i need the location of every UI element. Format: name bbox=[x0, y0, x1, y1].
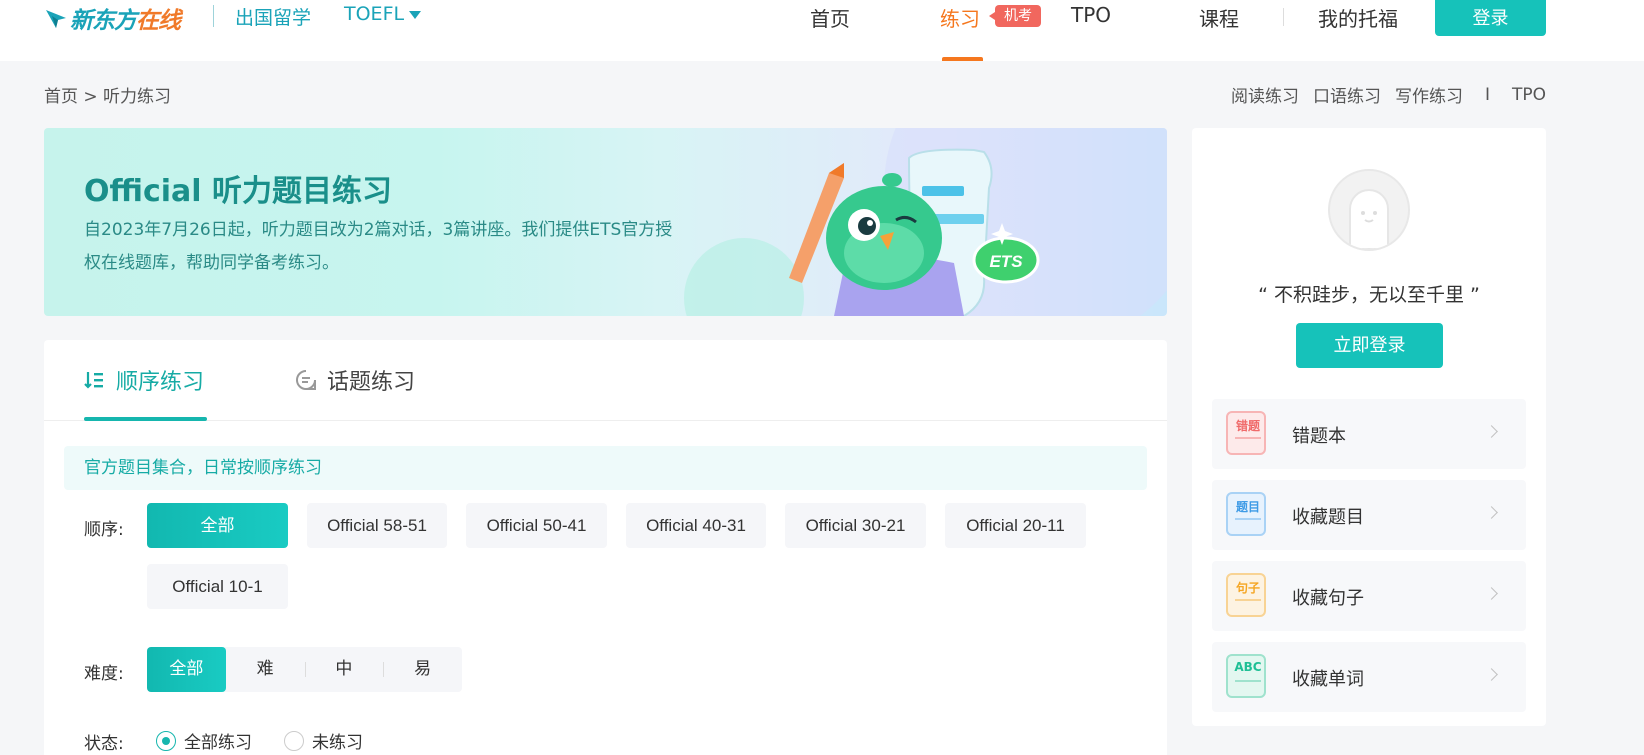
quick-link-writing[interactable]: 写作练习 bbox=[1395, 82, 1463, 107]
favorite-word-icon-text: ABC bbox=[1234, 660, 1262, 674]
chevron-right-icon bbox=[1485, 587, 1498, 600]
tab-topic[interactable]: 话题练习 bbox=[295, 364, 415, 396]
list-order-icon bbox=[84, 369, 106, 391]
chevron-right-icon bbox=[1485, 668, 1498, 681]
top-header: 新东方在线 出国留学 TOEFL 首页 练习 机考 TPO 课程 我的托福 登录 bbox=[0, 0, 1644, 61]
sidebar-item-favorite-sentences[interactable]: 句子 收藏句子 bbox=[1212, 561, 1526, 631]
tab-description: 官方题目集合，日常按顺序练习 bbox=[64, 446, 1147, 490]
caret-down-icon bbox=[409, 10, 422, 19]
status-radio-all-label: 全部练习 bbox=[184, 733, 252, 753]
order-chip-20-11[interactable]: Official 20-11 bbox=[945, 503, 1086, 548]
chevron-right-icon bbox=[1485, 506, 1498, 519]
logo-divider bbox=[213, 5, 214, 27]
hero-banner: Official 听力题目练习 自2023年7月26日起，听力题目改为2篇对话，… bbox=[44, 128, 1167, 316]
banner-title: Official 听力题目练习 bbox=[84, 174, 392, 209]
quick-link-tpo[interactable]: TPO bbox=[1512, 85, 1546, 105]
banner-description: 自2023年7月26日起，听力题目改为2篇对话，3篇讲座。我们提供ETS官方授权… bbox=[84, 220, 673, 273]
ets-badge-text: ETS bbox=[989, 252, 1023, 271]
nav-courses[interactable]: 课程 bbox=[1199, 3, 1239, 32]
difficulty-all[interactable]: 全部 bbox=[147, 647, 226, 692]
practice-tabs: 顺序练习 话题练习 bbox=[44, 340, 1167, 421]
site-logo[interactable]: 新东方在线 bbox=[44, 0, 181, 36]
sidebar-login-button[interactable]: 立即登录 bbox=[1296, 323, 1443, 368]
logo-text-primary: 新东方 bbox=[70, 8, 137, 34]
favorite-sentence-icon-text: 句子 bbox=[1235, 581, 1260, 595]
wrong-book-icon: 错题 bbox=[1226, 411, 1266, 455]
difficulty-medium[interactable]: 中 bbox=[304, 647, 384, 692]
sidebar-item-favorite-words[interactable]: ABC 收藏单词 bbox=[1212, 642, 1526, 712]
wrong-book-icon-text: 错题 bbox=[1235, 419, 1260, 433]
sidebar-item-label: 错题本 bbox=[1292, 426, 1346, 447]
status-radio-unpracticed[interactable]: 未练习 bbox=[284, 728, 363, 753]
favorite-word-icon: ABC bbox=[1226, 654, 1266, 698]
difficulty-hard[interactable]: 难 bbox=[226, 647, 305, 692]
chevron-right-icon bbox=[1485, 425, 1498, 438]
logo-text-secondary: 在线 bbox=[136, 8, 181, 34]
nav-practice[interactable]: 练习 bbox=[940, 3, 980, 32]
nav-separator bbox=[1283, 8, 1284, 26]
sidebar-item-wrong-book[interactable]: 错题 错题本 bbox=[1212, 399, 1526, 469]
nav-active-indicator bbox=[942, 57, 983, 61]
tab-topic-label: 话题练习 bbox=[327, 370, 416, 395]
difficulty-filter-label: 难度: bbox=[84, 664, 124, 684]
order-chip-all[interactable]: 全部 bbox=[147, 503, 288, 548]
status-radio-unpracticed-label: 未练习 bbox=[312, 733, 363, 753]
order-chip-30-21[interactable]: Official 30-21 bbox=[785, 503, 926, 548]
brand-subtitle[interactable]: 出国留学 bbox=[235, 3, 311, 30]
quick-link-reading[interactable]: 阅读练习 bbox=[1231, 82, 1299, 107]
favorite-question-icon-text: 题目 bbox=[1235, 500, 1260, 514]
nav-tpo[interactable]: TPO bbox=[1071, 3, 1111, 27]
chat-topic-icon bbox=[295, 369, 317, 391]
quick-link-speaking[interactable]: 口语练习 bbox=[1313, 82, 1381, 107]
order-chip-10-1[interactable]: Official 10-1 bbox=[147, 564, 288, 609]
quick-links-separator: I bbox=[1484, 84, 1490, 105]
avatar bbox=[1328, 169, 1410, 251]
nav-badge-computer-exam: 机考 bbox=[989, 5, 1041, 27]
sidebar-item-label: 收藏题目 bbox=[1292, 507, 1364, 528]
order-filter-label: 顺序: bbox=[84, 520, 124, 540]
sidebar-item-label: 收藏句子 bbox=[1292, 588, 1364, 609]
motto-quote: “ 不积跬步，无以至千里 ” bbox=[1258, 284, 1480, 306]
logo-mark-icon bbox=[44, 6, 68, 30]
sidebar-item-favorite-questions[interactable]: 题目 收藏题目 bbox=[1212, 480, 1526, 550]
difficulty-segmented-control: 全部 难 中 易 bbox=[147, 647, 462, 692]
radio-checked-icon bbox=[156, 730, 176, 751]
nav-home[interactable]: 首页 bbox=[810, 3, 850, 32]
exam-selector-label: TOEFL bbox=[344, 3, 405, 25]
favorite-question-icon: 题目 bbox=[1226, 492, 1266, 536]
favorite-sentence-icon: 句子 bbox=[1226, 573, 1266, 617]
nav-my-toefl[interactable]: 我的托福 bbox=[1318, 3, 1398, 32]
user-sidebar: “ 不积跬步，无以至千里 ” 立即登录 错题 错题本 题目 收藏题目 句子 收藏… bbox=[1192, 128, 1546, 726]
status-radio-all[interactable]: 全部练习 bbox=[156, 728, 252, 753]
login-button[interactable]: 登录 bbox=[1435, 0, 1546, 36]
tab-sequential[interactable]: 顺序练习 bbox=[84, 364, 204, 396]
radio-unchecked-icon bbox=[284, 730, 304, 751]
order-chip-50-41[interactable]: Official 50-41 bbox=[466, 503, 607, 548]
order-chip-58-51[interactable]: Official 58-51 bbox=[307, 503, 447, 548]
order-chip-40-31[interactable]: Official 40-31 bbox=[626, 503, 766, 548]
sidebar-item-label: 收藏单词 bbox=[1292, 669, 1364, 690]
mascot-illustration: ETS bbox=[684, 128, 1167, 316]
practice-card: 顺序练习 话题练习 官方题目集合，日常按顺序练习 顺序: 全部 Official… bbox=[44, 340, 1167, 755]
tab-sequential-label: 顺序练习 bbox=[116, 370, 205, 395]
tab-active-indicator bbox=[84, 417, 207, 421]
breadcrumb[interactable]: 首页 > 听力练习 bbox=[44, 82, 171, 107]
exam-selector[interactable]: TOEFL bbox=[344, 3, 422, 25]
status-filter-label: 状态: bbox=[84, 734, 124, 754]
difficulty-easy[interactable]: 易 bbox=[383, 647, 462, 692]
quick-links: 阅读练习 口语练习 写作练习 I TPO bbox=[1231, 82, 1546, 108]
